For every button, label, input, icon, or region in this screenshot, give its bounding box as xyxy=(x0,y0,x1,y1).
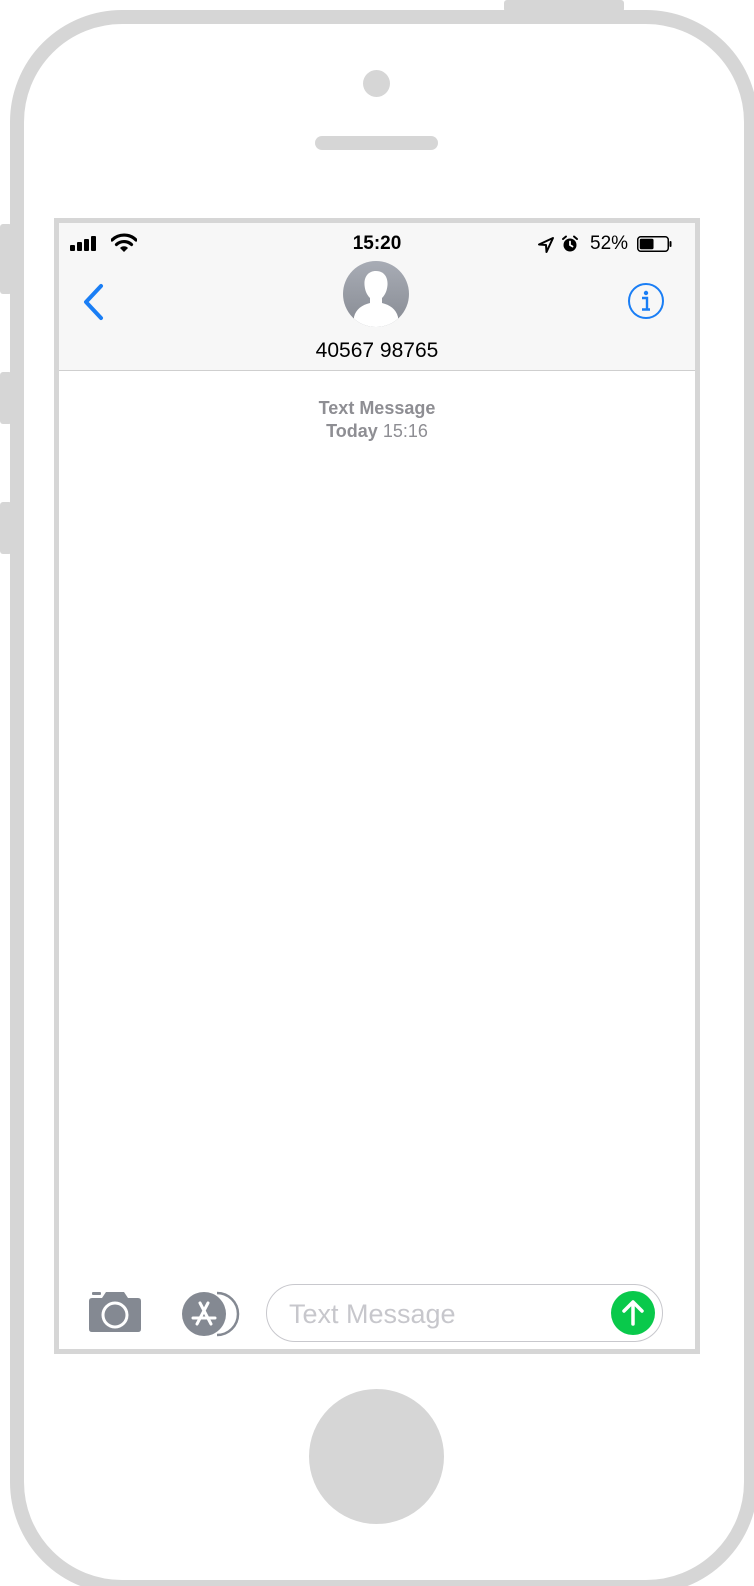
status-bar: 15:20 52% xyxy=(59,223,695,263)
person-silhouette-icon xyxy=(354,271,398,327)
location-icon xyxy=(538,237,554,253)
alarm-icon xyxy=(562,235,578,252)
service-label: Text Message xyxy=(318,398,436,418)
info-icon[interactable] xyxy=(627,282,665,320)
date-line: Today 15:16 xyxy=(59,420,695,443)
conversation-timestamp: Text Message Today 15:16 xyxy=(59,397,695,443)
conversation-header: 15:20 52% 40567 98765 xyxy=(59,223,695,371)
back-chevron-icon[interactable] xyxy=(81,283,107,321)
battery-percent: 52% xyxy=(590,233,629,254)
battery-icon xyxy=(637,236,672,252)
home-button[interactable] xyxy=(309,1389,444,1524)
arrow-up-icon xyxy=(622,1300,644,1326)
phone-mockup: 15:20 52% 40567 98765 Text Message Today… xyxy=(0,0,754,1586)
camera-icon[interactable] xyxy=(87,1289,143,1335)
contact-avatar[interactable] xyxy=(343,261,409,327)
day-label: Today xyxy=(326,421,378,441)
earpiece-speaker xyxy=(315,136,438,150)
messages-screen: 15:20 52% 40567 98765 Text Message Today… xyxy=(54,218,700,1354)
contact-name[interactable]: 40567 98765 xyxy=(59,339,695,363)
send-button[interactable] xyxy=(611,1291,655,1335)
message-input-field[interactable] xyxy=(266,1284,663,1342)
time-label: 15:16 xyxy=(382,421,428,441)
app-store-icon[interactable] xyxy=(177,1291,241,1337)
message-input[interactable] xyxy=(287,1293,591,1335)
front-camera xyxy=(363,70,390,97)
